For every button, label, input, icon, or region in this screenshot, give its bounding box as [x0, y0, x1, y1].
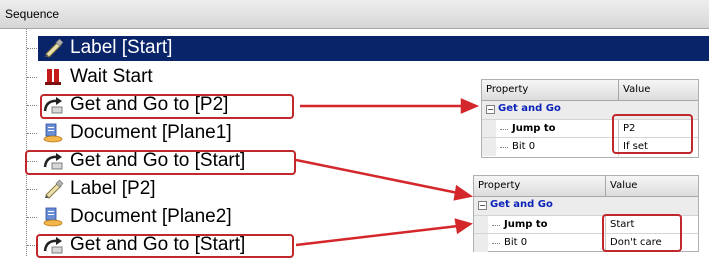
annotation-arrow	[295, 158, 459, 195]
annotation-arrow-head	[460, 98, 480, 114]
annotation-arrow	[295, 224, 459, 247]
annotation-arrow-head	[454, 218, 473, 235]
annotation-arrows	[295, 98, 480, 247]
annotation-arrow-head	[453, 184, 474, 201]
